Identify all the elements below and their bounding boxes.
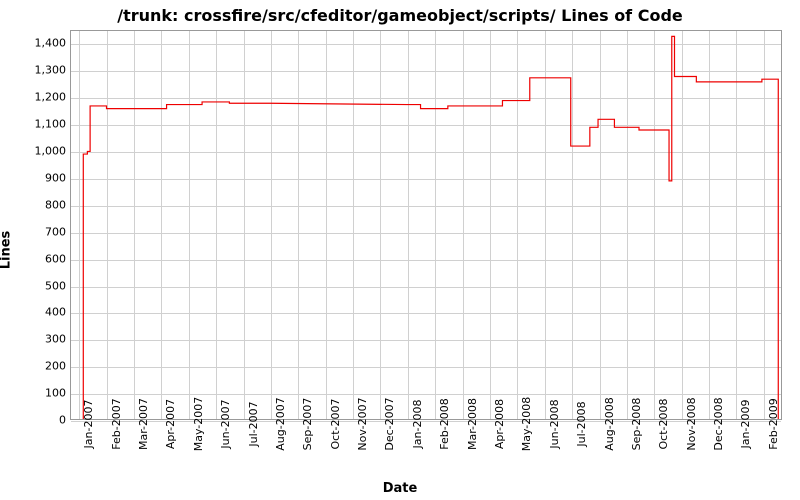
x-tick-label: Nov-2008 xyxy=(685,397,698,450)
y-tick-label: 1,100 xyxy=(26,118,66,131)
y-axis-label: Lines xyxy=(0,231,14,270)
y-tick-label: 400 xyxy=(26,306,66,319)
x-tick-label: Sep-2008 xyxy=(630,398,643,451)
y-tick-label: 200 xyxy=(26,360,66,373)
x-tick-label: Feb-2008 xyxy=(438,398,451,449)
y-tick-label: 1,200 xyxy=(26,91,66,104)
y-tick-label: 700 xyxy=(26,225,66,238)
x-tick-label: Dec-2007 xyxy=(383,397,396,450)
y-tick-label: 1,400 xyxy=(26,37,66,50)
x-tick-label: Dec-2008 xyxy=(712,397,725,450)
y-tick-label: 100 xyxy=(26,387,66,400)
x-tick-label: Nov-2007 xyxy=(356,397,369,450)
y-tick-label: 1,300 xyxy=(26,64,66,77)
x-tick-label: May-2008 xyxy=(520,397,533,452)
x-tick-label: Aug-2008 xyxy=(603,397,616,450)
x-axis-label: Date xyxy=(0,481,800,496)
y-tick-label: 600 xyxy=(26,252,66,265)
y-tick-label: 800 xyxy=(26,198,66,211)
loc-chart: /trunk: crossfire/src/cfeditor/gameobjec… xyxy=(0,0,800,500)
x-tick-label: Feb-2007 xyxy=(110,398,123,449)
x-tick-label: Apr-2008 xyxy=(493,399,506,449)
x-tick-label: Jan-2009 xyxy=(739,400,752,449)
x-tick-label: Jan-2008 xyxy=(411,400,424,449)
x-tick-label: Jul-2007 xyxy=(247,401,260,446)
y-tick-label: 900 xyxy=(26,171,66,184)
x-tick-label: May-2007 xyxy=(192,397,205,452)
y-tick-label: 0 xyxy=(26,414,66,427)
x-tick-label: Feb-2009 xyxy=(767,398,780,449)
x-tick-label: Oct-2007 xyxy=(329,399,342,450)
y-tick-label: 500 xyxy=(26,279,66,292)
x-tick-label: Apr-2007 xyxy=(164,399,177,449)
chart-title: /trunk: crossfire/src/cfeditor/gameobjec… xyxy=(0,6,800,25)
x-tick-label: Jan-2007 xyxy=(82,400,95,449)
y-tick-label: 1,000 xyxy=(26,145,66,158)
x-tick-label: Mar-2007 xyxy=(137,398,150,450)
gridline-h xyxy=(71,421,781,422)
x-tick-label: Mar-2008 xyxy=(466,398,479,450)
y-tick-label: 300 xyxy=(26,333,66,346)
x-tick-label: Aug-2007 xyxy=(274,397,287,450)
plot-area xyxy=(70,30,782,420)
data-series-line xyxy=(71,31,781,419)
x-tick-label: Jul-2008 xyxy=(575,401,588,446)
x-tick-label: Oct-2008 xyxy=(657,399,670,450)
x-tick-label: Sep-2007 xyxy=(301,398,314,451)
x-tick-label: Jun-2008 xyxy=(548,399,561,448)
x-tick-label: Jun-2007 xyxy=(219,399,232,448)
